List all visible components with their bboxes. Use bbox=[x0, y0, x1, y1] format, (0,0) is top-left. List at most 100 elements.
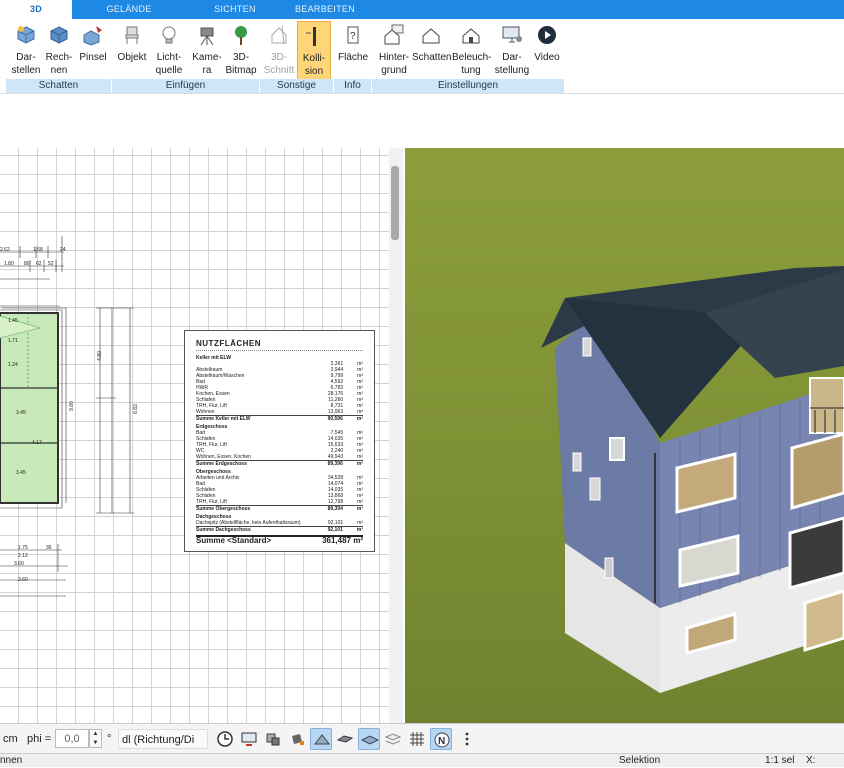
house-3d-render bbox=[541, 266, 844, 693]
brush-cube-icon bbox=[76, 21, 110, 51]
kamera-button[interactable]: Kame- ra bbox=[190, 21, 224, 81]
group-einstellungen: Einstellungen bbox=[372, 79, 565, 93]
more-vertical-icon[interactable] bbox=[456, 728, 478, 750]
dim-label: 9.80 bbox=[68, 401, 75, 411]
stack-icon[interactable] bbox=[382, 728, 404, 750]
area-value: 92,101 bbox=[327, 520, 344, 526]
tab-3d[interactable]: 3D bbox=[0, 0, 72, 19]
nutzflaechen-table[interactable]: NUTZFLÄCHEN Keller mit ELW 2,361 m² Abstell… bbox=[184, 330, 375, 552]
dim-label: 3.60 bbox=[14, 561, 24, 567]
svg-text:?: ? bbox=[350, 31, 356, 42]
status-bar: nnen Selektion 1:1 sel X: bbox=[0, 753, 844, 767]
tab-gelaende[interactable]: GELÄNDE bbox=[92, 0, 166, 19]
layers-stamp-icon[interactable] bbox=[262, 728, 284, 750]
area-value: 13,963 bbox=[327, 409, 344, 415]
rechnen-button[interactable]: Rech- nen bbox=[44, 21, 74, 81]
pinsel-label: Pinsel bbox=[79, 52, 107, 63]
dim-label: 1.24 bbox=[8, 362, 18, 368]
dim-label: 3.60 bbox=[18, 577, 28, 583]
objekt-button[interactable]: Objekt bbox=[116, 21, 148, 81]
kamera-label: Kame- ra bbox=[192, 52, 222, 76]
flaeche-button[interactable]: ? Fläche bbox=[336, 21, 370, 81]
pinsel-button[interactable]: Pinsel bbox=[76, 21, 110, 81]
hintergrund-label: Hinter- grund bbox=[378, 52, 409, 76]
area-value: 49,943 bbox=[327, 454, 344, 460]
area-info-icon: ? bbox=[336, 21, 370, 51]
dim-label: 4.80 bbox=[96, 351, 103, 361]
sum-unit: m² bbox=[356, 416, 363, 422]
screen-icon[interactable] bbox=[238, 728, 260, 750]
sum-value: 92,101 bbox=[327, 527, 343, 533]
multi-wall-icon[interactable] bbox=[334, 728, 356, 750]
flaeche-label: Fläche bbox=[337, 52, 368, 63]
kollision-button[interactable]: Kolli- sion bbox=[297, 21, 331, 81]
schatten-settings-button[interactable]: Schatten bbox=[412, 21, 452, 81]
lichtquelle-label: Licht- quelle bbox=[155, 52, 183, 76]
area-unit: m² bbox=[357, 454, 363, 460]
cube-render-icon bbox=[44, 21, 74, 51]
status-coord: X: bbox=[806, 755, 816, 766]
dim-label: 52 bbox=[48, 261, 54, 267]
cube-view-icon bbox=[8, 21, 44, 51]
north-icon[interactable]: N bbox=[430, 728, 452, 750]
dim-label: 3.45 bbox=[16, 410, 26, 416]
3d-schnitt-button[interactable]: 3D- Schnitt bbox=[262, 21, 296, 81]
darstellung-button[interactable]: Dar- stellung bbox=[492, 21, 532, 81]
area-name: Dachspitz (Abstellfläche, kein Aufenthal… bbox=[196, 520, 301, 526]
clock-icon[interactable] bbox=[214, 728, 236, 750]
group-info: Info bbox=[334, 79, 372, 93]
dim-label: 80 bbox=[24, 261, 30, 267]
sum-unit: m² bbox=[356, 506, 363, 512]
monitor-settings-icon bbox=[492, 21, 532, 51]
sum-value: 89,394 bbox=[327, 506, 343, 512]
area-name: Wohnen, Essen, Kochen bbox=[196, 454, 251, 460]
hintergrund-button[interactable]: Hinter- grund bbox=[376, 21, 412, 81]
darstellen-button[interactable]: Dar- stellen bbox=[8, 21, 44, 81]
shadow-house-icon bbox=[412, 21, 450, 51]
section-sum: Summe Keller mit ELW 90,596 m² bbox=[196, 415, 363, 422]
area-value: 12,768 bbox=[327, 499, 344, 505]
sum-label: Summe Keller mit ELW bbox=[196, 416, 251, 422]
tab-sichten[interactable]: SICHTEN bbox=[198, 0, 272, 19]
section-sum: Summe Obergeschoss 89,394 m² bbox=[196, 505, 363, 512]
background-house-icon bbox=[376, 21, 412, 51]
3d-schnitt-label: 3D- Schnitt bbox=[263, 52, 295, 76]
sum-value: 90,596 bbox=[327, 416, 343, 422]
tab-bearbeiten[interactable]: BEARBEITEN bbox=[288, 0, 362, 19]
rechnen-label: Rech- nen bbox=[45, 52, 73, 76]
plan-scroll-thumb[interactable] bbox=[391, 166, 399, 240]
degree-label: ° bbox=[107, 733, 112, 745]
collision-icon bbox=[298, 22, 330, 52]
bucket-icon[interactable] bbox=[286, 728, 308, 750]
area-row: Dachspitz (Abstellfläche, kein Aufenthal… bbox=[196, 520, 363, 526]
wall-draw-icon[interactable] bbox=[310, 728, 332, 750]
lichtquelle-button[interactable]: Licht- quelle bbox=[150, 21, 188, 81]
3d-bitmap-button[interactable]: 3D- Bitmap bbox=[224, 21, 258, 81]
lighting-house-icon bbox=[452, 21, 490, 51]
status-mode: Selektion bbox=[619, 755, 661, 766]
3d-view[interactable] bbox=[405, 148, 844, 723]
bottom-toolbar: cm phi = ▲▼ ° dl (Richtung/Di N bbox=[0, 723, 844, 753]
dim-label: 6.82 bbox=[132, 404, 139, 414]
video-button[interactable]: Video bbox=[532, 21, 562, 81]
dim-label: 1.75 bbox=[18, 545, 28, 551]
section-sum: Summe Erdgeschoss 89,396 m² bbox=[196, 460, 363, 467]
grid-icon[interactable] bbox=[406, 728, 428, 750]
dim-label: 2.62 bbox=[0, 247, 10, 253]
sum-unit: m² bbox=[356, 527, 363, 533]
kollision-label: Kolli- sion bbox=[302, 53, 326, 77]
phi-stepper[interactable]: ▲ ▼ bbox=[89, 729, 102, 748]
dim-label: 1.45 bbox=[8, 318, 18, 324]
beleuchtung-button[interactable]: Beleuch- tung bbox=[452, 21, 491, 81]
lightbulb-icon bbox=[150, 21, 188, 51]
group-schatten: Schatten bbox=[6, 79, 112, 93]
group-einfuegen: Einfügen bbox=[112, 79, 260, 93]
phi-input[interactable] bbox=[55, 729, 89, 748]
floor-plane-icon[interactable] bbox=[358, 728, 380, 750]
area-unit: m² bbox=[357, 409, 363, 415]
objekt-label: Objekt bbox=[117, 52, 147, 63]
direction-select[interactable]: dl (Richtung/Di bbox=[118, 729, 208, 749]
group-sonstige: Sonstige bbox=[260, 79, 334, 93]
schatten-settings-label: Schatten bbox=[412, 52, 452, 63]
play-icon bbox=[532, 21, 562, 51]
